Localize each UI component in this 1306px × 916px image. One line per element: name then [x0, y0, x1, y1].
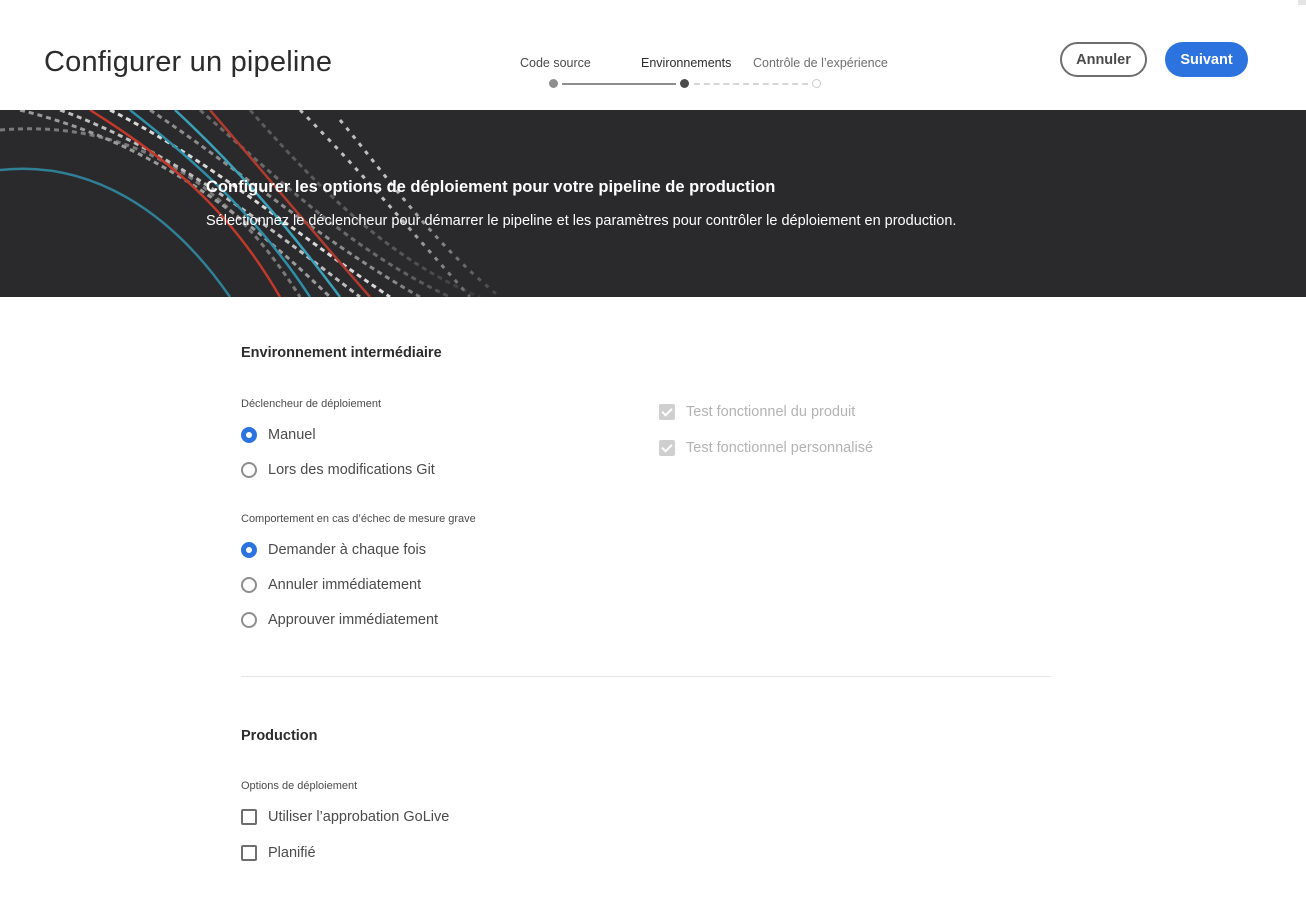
radio-option-label: Approuver immédiatement: [268, 612, 439, 628]
checkbox-label: Utiliser l’approbation GoLive: [268, 809, 450, 825]
banner-background-art: [0, 110, 520, 297]
checkbox-label: Test fonctionnel personnalisé: [686, 440, 874, 456]
radio-button-selected[interactable]: [241, 542, 257, 558]
checkbox-label: Test fonctionnel du produit: [686, 404, 856, 420]
checkbox-disabled-checked: [659, 440, 675, 456]
step-dot-upcoming: [812, 79, 821, 88]
checkbox-disabled-checked: [659, 404, 675, 420]
corner-mark: [1298, 0, 1306, 5]
banner-subtitle: Sélectionnez le déclencheur pour démarre…: [206, 213, 957, 229]
radio-button[interactable]: [241, 462, 257, 478]
radio-option-ask-each-time[interactable]: Demander à chaque fois: [241, 540, 426, 560]
step-label-environnements: Environnements: [641, 56, 732, 70]
section-title-staging: Environnement intermédiaire: [241, 345, 442, 361]
radio-option-label: Annuler immédiatement: [268, 577, 422, 593]
radio-button-selected[interactable]: [241, 427, 257, 443]
page-header: Configurer un pipeline Code source Envir…: [0, 0, 1306, 110]
banner-heading: Configurer les options de déploiement po…: [206, 178, 776, 196]
radio-option-approve-immediately[interactable]: Approuver immédiatement: [241, 610, 438, 630]
checkbox-custom-functional-test: Test fonctionnel personnalisé: [659, 438, 873, 458]
radio-option-git-changes[interactable]: Lors des modifications Git: [241, 460, 435, 480]
checkbox-golive-approval[interactable]: Utiliser l’approbation GoLive: [241, 807, 449, 827]
failure-group-label: Comportement en cas d’échec de mesure gr…: [241, 513, 476, 525]
radio-button[interactable]: [241, 612, 257, 628]
radio-option-label: Manuel: [268, 427, 316, 443]
radio-option-cancel-immediately[interactable]: Annuler immédiatement: [241, 575, 421, 595]
step-connector-pending: [694, 83, 808, 85]
deployment-options-label: Options de déploiement: [241, 780, 358, 792]
radio-button[interactable]: [241, 577, 257, 593]
trigger-group-label: Déclencheur de déploiement: [241, 398, 382, 410]
checkbox-scheduled[interactable]: Planifié: [241, 843, 316, 863]
step-dot-done: [549, 79, 558, 88]
radio-option-label: Demander à chaque fois: [268, 542, 426, 558]
section-divider: [241, 676, 1051, 677]
step-connector-completed: [562, 83, 676, 85]
checkbox-product-functional-test: Test fonctionnel du produit: [659, 402, 855, 422]
next-button[interactable]: Suivant: [1165, 42, 1248, 77]
step-label-code-source: Code source: [520, 56, 591, 70]
checkbox[interactable]: [241, 809, 257, 825]
info-banner: Configurer les options de déploiement po…: [0, 110, 1306, 297]
checkbox[interactable]: [241, 845, 257, 861]
cancel-button[interactable]: Annuler: [1060, 42, 1147, 77]
step-label-controle-experience: Contrôle de l’expérience: [753, 56, 888, 70]
page-title: Configurer un pipeline: [44, 46, 333, 78]
radio-option-label: Lors des modifications Git: [268, 462, 435, 478]
radio-option-manuel[interactable]: Manuel: [241, 425, 316, 445]
pipeline-stepper: Code source Environnements Contrôle de l…: [500, 54, 900, 94]
checkbox-label: Planifié: [268, 845, 316, 861]
section-title-production: Production: [241, 728, 318, 744]
step-dot-current: [680, 79, 689, 88]
